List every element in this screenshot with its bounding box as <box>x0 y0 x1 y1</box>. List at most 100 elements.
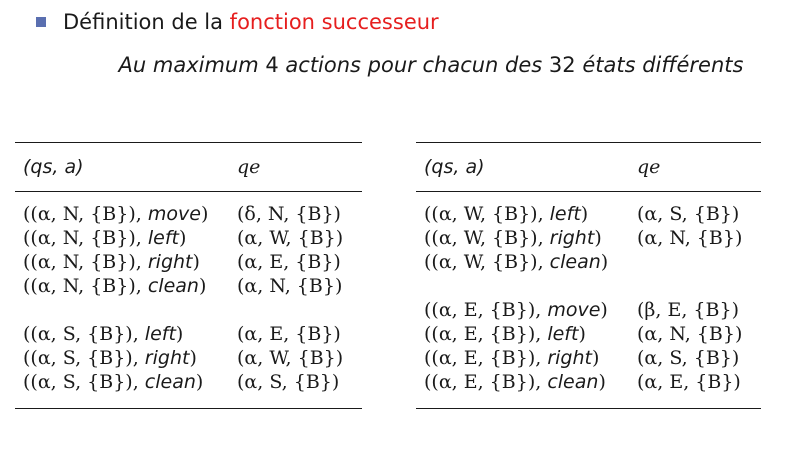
state-text: ((α, E, {B}), <box>424 323 548 345</box>
state-text: ((α, N, {B}), <box>23 275 148 297</box>
action-text: left <box>549 203 581 225</box>
result-cell: (δ, N, {B}) <box>237 203 341 225</box>
close-text: ) <box>600 251 609 273</box>
state-action-cell: ((α, E, {B}), left) <box>416 323 637 345</box>
state-action-cell: ((α, W, {B}), right) <box>416 227 637 249</box>
close-text: ) <box>189 347 197 369</box>
action-text: right <box>147 251 193 273</box>
table-row: ((α, S, {B}), right) (α, W, {B}) <box>15 346 362 370</box>
state-action-cell: ((α, E, {B}), move) <box>416 299 637 321</box>
table-row: ((α, W, {B}), left) (α, S, {B}) <box>416 202 761 226</box>
result-cell: (α, S, {B}) <box>237 371 340 393</box>
close-text: ) <box>598 371 606 393</box>
state-text: ((α, N, {B}), <box>23 203 148 225</box>
action-text: right <box>549 227 595 249</box>
state-text: ((α, W, {B}), <box>424 203 550 225</box>
action-text: clean <box>147 275 199 297</box>
state-text: ((α, S, {B}), <box>23 371 145 393</box>
action-text: move <box>147 203 201 225</box>
result-cell: (α, S, {B}) <box>637 347 740 369</box>
action-text: right <box>547 347 592 369</box>
action-text: left <box>144 323 176 345</box>
state-text: ((α, E, {B}), <box>424 371 548 393</box>
close-text: ) <box>580 203 589 225</box>
state-text: ((α, E, {B}), <box>424 347 548 369</box>
action-text: left <box>147 227 179 249</box>
subtitle-part1: Au maximum <box>118 53 266 77</box>
row-gap <box>15 298 362 322</box>
result-cell: (α, E, {B}) <box>237 251 341 273</box>
state-action-cell: ((α, E, {B}), clean) <box>416 371 637 393</box>
state-text: ((α, N, {B}), <box>23 251 148 273</box>
table-row: ((α, W, {B}), right) (α, N, {B}) <box>416 226 761 250</box>
result-cell: (α, W, {B}) <box>237 227 344 249</box>
table-row: ((α, N, {B}), right) (α, E, {B}) <box>15 250 362 274</box>
subtitle-part3: états différents <box>575 53 744 77</box>
table-row: ((α, W, {B}), clean) <box>416 250 761 274</box>
table-row: ((α, S, {B}), left) (α, E, {B}) <box>15 322 362 346</box>
action-text: clean <box>547 371 599 393</box>
header-state-action: (qs, a) <box>23 156 84 178</box>
close-text: ) <box>198 275 207 297</box>
state-action-cell: ((α, W, {B}), left) <box>416 203 637 225</box>
table-header: (qs, a) qe <box>416 143 761 192</box>
state-action-cell: ((α, S, {B}), clean) <box>15 371 237 393</box>
heading: Définition de la fonction successeur <box>36 8 439 36</box>
state-text: ((α, S, {B}), <box>23 347 145 369</box>
state-action-cell: ((α, S, {B}), left) <box>15 323 237 345</box>
close-text: ) <box>600 299 608 321</box>
state-action-cell: ((α, N, {B}), left) <box>15 227 237 249</box>
result-cell: (α, N, {B}) <box>637 227 743 249</box>
result-cell: (α, N, {B}) <box>237 275 343 297</box>
result-cell: (α, W, {B}) <box>237 347 344 369</box>
state-action-cell: ((α, W, {B}), clean) <box>416 251 637 273</box>
result-cell: (α, E, {B}) <box>637 371 741 393</box>
close-text: ) <box>178 227 187 249</box>
successor-table-right: (qs, a) qe ((α, W, {B}), left) (α, S, {B… <box>416 142 761 409</box>
action-text: clean <box>549 251 601 273</box>
heading-highlight: fonction successeur <box>229 10 439 34</box>
action-text: right <box>144 347 190 369</box>
header-state-action: (qs, a) <box>424 156 485 178</box>
close-text: ) <box>195 371 204 393</box>
action-text: clean <box>144 371 196 393</box>
header-result: qe <box>237 156 261 178</box>
subtitle-part2: actions pour chacun des <box>278 53 549 77</box>
close-text: ) <box>192 251 200 273</box>
subtitle-num2: 32 <box>548 53 576 77</box>
table-header: (qs, a) qe <box>15 143 362 192</box>
subtitle: Au maximum 4 actions pour chacun des 32 … <box>0 53 792 77</box>
table-row: ((α, N, {B}), move) (δ, N, {B}) <box>15 202 362 226</box>
state-action-cell: ((α, E, {B}), right) <box>416 347 637 369</box>
action-text: left <box>547 323 579 345</box>
close-text: ) <box>175 323 184 345</box>
close-text: ) <box>591 347 600 369</box>
result-cell: (α, S, {B}) <box>637 203 740 225</box>
state-action-cell: ((α, N, {B}), right) <box>15 251 237 273</box>
table-row: ((α, E, {B}), move) (β, E, {B}) <box>416 298 761 322</box>
table-row: ((α, N, {B}), clean) (α, N, {B}) <box>15 274 362 298</box>
state-text: ((α, W, {B}), <box>424 251 550 273</box>
action-text: move <box>547 299 601 321</box>
table-row: ((α, N, {B}), left) (α, W, {B}) <box>15 226 362 250</box>
bullet-square-icon <box>36 17 46 27</box>
table-body: ((α, N, {B}), move) (δ, N, {B}) ((α, N, … <box>15 192 362 408</box>
header-result: qe <box>637 156 661 178</box>
table-row: ((α, S, {B}), clean) (α, S, {B}) <box>15 370 362 394</box>
close-text: ) <box>578 323 586 345</box>
successor-table-left: (qs, a) qe ((α, N, {B}), move) (δ, N, {B… <box>15 142 362 409</box>
state-action-cell: ((α, N, {B}), clean) <box>15 275 237 297</box>
state-text: ((α, W, {B}), <box>424 227 550 249</box>
table-row: ((α, E, {B}), clean) (α, E, {B}) <box>416 370 761 394</box>
close-text: ) <box>200 203 209 225</box>
table-body: ((α, W, {B}), left) (α, S, {B}) ((α, W, … <box>416 192 761 408</box>
result-cell: (β, E, {B}) <box>637 299 739 321</box>
close-text: ) <box>594 227 602 249</box>
table-row: ((α, E, {B}), left) (α, N, {B}) <box>416 322 761 346</box>
result-cell: (α, N, {B}) <box>637 323 743 345</box>
state-action-cell: ((α, S, {B}), right) <box>15 347 237 369</box>
state-text: ((α, S, {B}), <box>23 323 145 345</box>
state-text: ((α, E, {B}), <box>424 299 548 321</box>
result-cell: (α, E, {B}) <box>237 323 341 345</box>
subtitle-num1: 4 <box>265 53 279 77</box>
